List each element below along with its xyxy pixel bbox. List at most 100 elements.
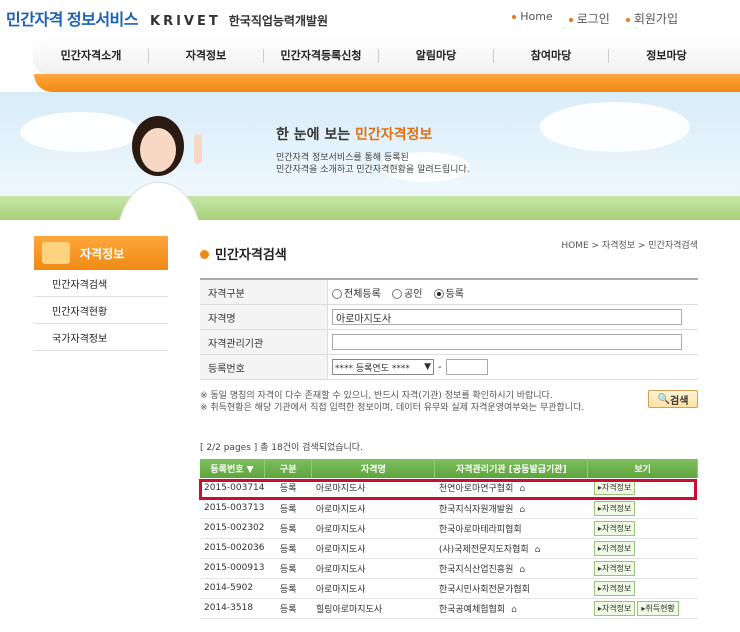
type-cell: 등록 <box>264 578 312 599</box>
form-row-regno: 등록번호 **** 등록연도 **** ▼ - <box>200 355 698 380</box>
home-icon[interactable]: ⌂ <box>511 605 517 615</box>
org-name: 한국직업능력개발원 <box>228 14 329 28</box>
util-home-link[interactable]: Home <box>512 10 553 27</box>
gnb-item-intro[interactable]: 민간자격소개 <box>34 49 149 63</box>
agency-cell: 한국공예체험협회 ⌂ <box>434 598 588 619</box>
visual-tagline: 한 눈에 보는 민간자격정보 <box>276 127 433 143</box>
gnb-item-info[interactable]: 자격정보 <box>149 49 264 63</box>
side-item-status[interactable]: 민간자격현황 <box>34 297 168 324</box>
name-cell[interactable]: 아로마지도사 <box>311 478 435 499</box>
type-cell: 등록 <box>264 518 312 539</box>
radio-registered[interactable]: 등록 <box>433 285 464 300</box>
top-bar: 민간자격 정보서비스 KRIVET 한국직업능력개발원 Home 로그인 회원가입 <box>0 0 740 38</box>
table-row: 2015-003714 등록 아로마지도사 천연아로마연구협회 ⌂ ▸자격정보 <box>200 478 698 499</box>
util-join-link[interactable]: 회원가입 <box>625 10 678 27</box>
regno-cell: 2014-5902 <box>200 578 265 599</box>
page-title: 민간자격검색 <box>200 244 287 263</box>
site-logo[interactable]: 민간자격 정보서비스 KRIVET 한국직업능력개발원 <box>6 6 328 30</box>
regno-input[interactable] <box>445 359 488 375</box>
name-input[interactable]: 아로마지도사 <box>332 309 682 325</box>
home-icon[interactable]: ⌂ <box>519 505 525 515</box>
side-menu-title: 자격정보 <box>34 236 168 270</box>
gnb-item-notice[interactable]: 알림마당 <box>379 49 494 63</box>
view-cell: ▸자격정보 <box>587 578 698 599</box>
agency-cell: 천연아로마연구협회 ⌂ <box>434 478 588 499</box>
name-cell[interactable]: 아로마지도사 <box>311 518 435 539</box>
model-illustration <box>115 116 203 234</box>
name-label: 자격명 <box>200 305 328 329</box>
chevron-down-icon: ▼ <box>424 362 431 372</box>
utility-nav: Home 로그인 회원가입 <box>512 10 678 27</box>
radio-all[interactable]: 전체등록 <box>332 285 381 300</box>
cert-info-button[interactable]: ▸자격정보 <box>593 600 636 616</box>
view-cell: ▸자격정보 <box>587 538 698 559</box>
agency-cell: 한국시민사회전문가협회 <box>434 578 588 599</box>
type-cell: 등록 <box>264 538 312 559</box>
name-cell[interactable]: 아로마지도사 <box>311 578 435 599</box>
view-cell: ▸자격정보 <box>587 498 698 519</box>
cert-info-button[interactable]: ▸자격정보 <box>593 540 636 556</box>
bullet-icon <box>512 15 517 19</box>
side-item-national[interactable]: 국가자격정보 <box>34 324 168 351</box>
gnb-item-participate[interactable]: 참여마당 <box>494 49 609 63</box>
acquisition-status-button[interactable]: ▸취득현황 <box>637 600 679 616</box>
agency-cell: 한국아로마테라피협회 <box>434 518 588 539</box>
search-form: 자격구분 전체등록 공인 등록 자격명 아로마지도사 자격관리기관 등록번호 *… <box>200 278 698 380</box>
radio-certified[interactable]: 공인 <box>392 285 422 300</box>
table-row: 2015-003713 등록 아로마지도사 한국지식자원개발원 ⌂ ▸자격정보 <box>200 498 698 519</box>
type-cell: 등록 <box>264 498 312 519</box>
type-cell: 등록 <box>264 478 312 499</box>
table-row: 2015-000913 등록 아로마지도사 한국지식산업진흥원 ⌂ ▸자격정보 <box>200 558 698 579</box>
name-cell[interactable]: 힐링아로마지도사 <box>311 598 435 619</box>
agency-label: 자격관리기관 <box>200 330 328 354</box>
cert-info-button[interactable]: ▸자격정보 <box>593 580 636 596</box>
logo-text-2: 정보서비스 <box>66 10 139 29</box>
side-item-search[interactable]: 민간자격검색 <box>34 270 168 297</box>
visual-description: 민간자격 정보서비스를 통해 등록된 민간자격을 소개하고 민간자격현황을 알려… <box>276 153 470 175</box>
view-cell: ▸자격정보 <box>587 518 698 539</box>
agency-cell: 한국지식자원개발원 ⌂ <box>434 498 588 519</box>
home-icon[interactable]: ⌂ <box>519 484 525 494</box>
type-cell: 등록 <box>264 558 312 579</box>
gnb-item-data[interactable]: 정보마당 <box>609 49 724 63</box>
search-button[interactable]: 🔍 검색 <box>648 390 698 408</box>
util-login-link[interactable]: 로그인 <box>568 10 610 27</box>
bullet-icon <box>625 17 630 22</box>
name-cell[interactable]: 아로마지도사 <box>311 498 435 519</box>
name-cell[interactable]: 아로마지도사 <box>311 538 435 559</box>
table-row: 2015-002036 등록 아로마지도사 (사)국제전문지도자협회 ⌂ ▸자격정보 <box>200 538 698 559</box>
agency-input[interactable] <box>332 334 682 350</box>
view-cell: ▸자격정보 <box>587 558 698 579</box>
home-icon[interactable]: ⌂ <box>519 565 525 575</box>
cert-info-button[interactable]: ▸자격정보 <box>593 480 636 496</box>
form-row-agency: 자격관리기관 <box>200 330 698 355</box>
gnb-item-register[interactable]: 민간자격등록신청 <box>264 49 379 63</box>
year-select[interactable]: **** 등록연도 **** ▼ <box>332 359 434 375</box>
regno-cell: 2015-000913 <box>200 558 265 579</box>
cert-info-button[interactable]: ▸자격정보 <box>593 520 636 536</box>
view-cell: ▸자격정보 ▸취득현황 <box>587 598 698 619</box>
regno-cell: 2015-002302 <box>200 518 265 539</box>
col-type: 구분 <box>264 459 313 478</box>
agency-cell: (사)국제전문지도자협회 ⌂ <box>434 538 588 559</box>
form-row-name: 자격명 아로마지도사 <box>200 305 698 330</box>
breadcrumb: HOME > 자격정보 > 민간자격검색 <box>561 241 698 251</box>
view-cell: ▸자격정보 <box>587 478 698 499</box>
bullet-icon <box>568 17 573 22</box>
cert-info-button[interactable]: ▸자격정보 <box>593 500 636 516</box>
cert-info-button[interactable]: ▸자격정보 <box>593 560 636 576</box>
table-row: 2014-5902 등록 아로마지도사 한국시민사회전문가협회 ▸자격정보 <box>200 578 698 599</box>
side-menu: 자격정보 민간자격검색 민간자격현황 국가자격정보 <box>34 236 168 351</box>
home-icon[interactable]: ⌂ <box>535 545 541 555</box>
table-row: 2014-3518 등록 힐링아로마지도사 한국공예체험협회 ⌂ ▸자격정보 ▸취득현황 <box>200 598 698 619</box>
type-cell: 등록 <box>264 598 312 619</box>
type-label: 자격구분 <box>200 280 328 304</box>
cloud-shape <box>540 102 690 152</box>
agency-cell: 한국지식산업진흥원 ⌂ <box>434 558 588 579</box>
form-row-type: 자격구분 전체등록 공인 등록 <box>200 280 698 305</box>
global-nav: 민간자격소개 자격정보 민간자격등록신청 알림마당 참여마당 정보마당 <box>34 38 740 74</box>
regno-cell: 2015-002036 <box>200 538 265 559</box>
search-icon: 🔍 <box>657 393 671 405</box>
col-regno[interactable]: 등록번호 ▼ <box>200 459 266 478</box>
name-cell[interactable]: 아로마지도사 <box>311 558 435 579</box>
